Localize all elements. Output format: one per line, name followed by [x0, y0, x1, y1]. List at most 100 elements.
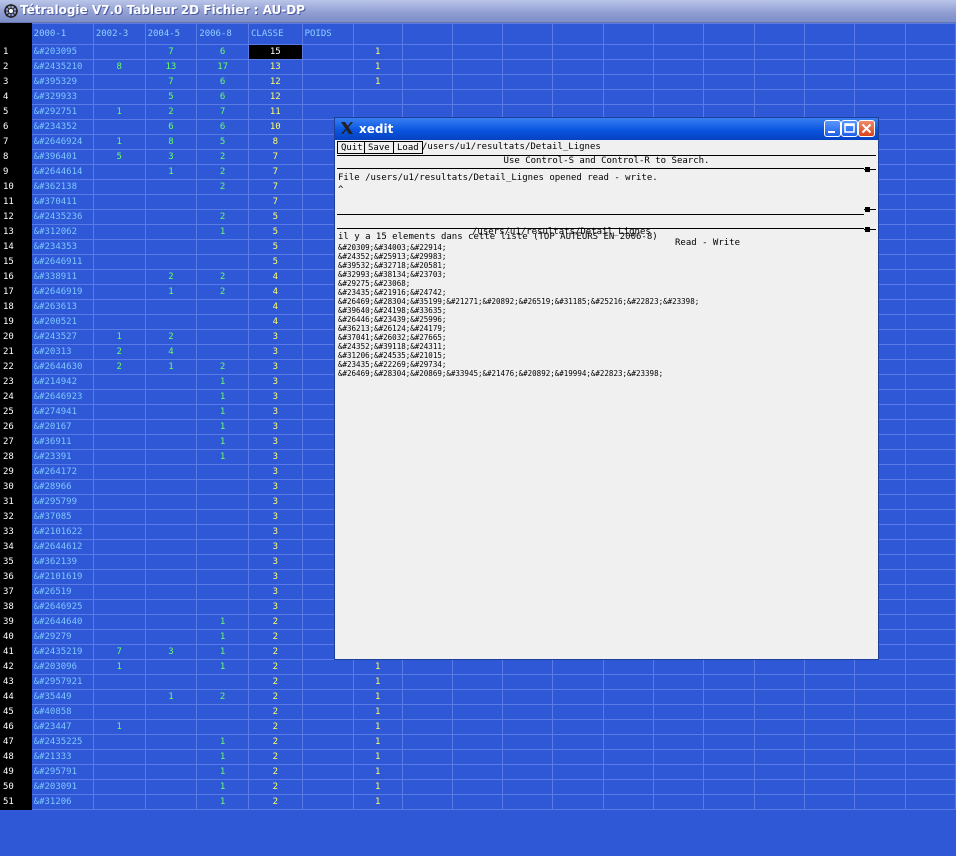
- empty-cell[interactable]: [602, 74, 655, 90]
- value-cell-2006-8[interactable]: 5: [248, 209, 303, 225]
- empty-cell[interactable]: [803, 779, 856, 795]
- empty-cell[interactable]: [653, 659, 705, 675]
- value-cell[interactable]: 3: [144, 149, 198, 165]
- column-header[interactable]: 2002-3: [92, 23, 146, 45]
- empty-cell[interactable]: [451, 659, 504, 675]
- author-id-cell[interactable]: &#200521: [30, 314, 94, 330]
- column-header[interactable]: [602, 23, 655, 45]
- value-cell[interactable]: [196, 479, 249, 495]
- value-cell[interactable]: 5: [196, 134, 249, 150]
- empty-cell[interactable]: [904, 119, 956, 135]
- value-cell-2006-8[interactable]: 3: [248, 479, 303, 495]
- value-cell-2006-8[interactable]: 3: [248, 419, 303, 435]
- author-id-cell[interactable]: &#396401: [30, 149, 94, 165]
- empty-cell[interactable]: [451, 74, 504, 90]
- empty-cell[interactable]: [703, 689, 755, 705]
- author-id-cell[interactable]: &#203091: [30, 779, 94, 795]
- value-cell[interactable]: [144, 554, 198, 570]
- value-cell[interactable]: [92, 314, 146, 330]
- empty-cell[interactable]: [753, 749, 805, 765]
- value-cell[interactable]: 1: [92, 134, 146, 150]
- column-header[interactable]: [552, 23, 604, 45]
- author-id-cell[interactable]: &#203095: [30, 44, 94, 60]
- value-cell[interactable]: [301, 89, 354, 105]
- value-cell[interactable]: [144, 734, 198, 750]
- empty-cell[interactable]: [803, 764, 856, 780]
- value-cell[interactable]: 1: [196, 434, 249, 450]
- empty-cell[interactable]: [451, 59, 504, 75]
- value-cell-2006-8[interactable]: 2: [248, 719, 303, 735]
- value-cell[interactable]: [196, 674, 249, 690]
- poids-cell[interactable]: 1: [352, 59, 403, 75]
- value-cell[interactable]: [196, 239, 249, 255]
- author-id-cell[interactable]: &#370411: [30, 194, 94, 210]
- value-cell[interactable]: [92, 404, 146, 420]
- column-header[interactable]: [401, 23, 453, 45]
- xedit-title-bar[interactable]: xedit: [335, 118, 878, 140]
- empty-cell[interactable]: [451, 794, 504, 810]
- empty-cell[interactable]: [904, 194, 956, 210]
- empty-cell[interactable]: [451, 719, 504, 735]
- value-cell[interactable]: [92, 569, 146, 585]
- column-header[interactable]: 2004-5: [144, 23, 198, 45]
- value-cell[interactable]: [92, 74, 146, 90]
- empty-cell[interactable]: [703, 74, 755, 90]
- value-cell[interactable]: 1: [196, 419, 249, 435]
- value-cell[interactable]: [92, 254, 146, 270]
- value-cell[interactable]: [92, 614, 146, 630]
- value-cell[interactable]: [92, 704, 146, 720]
- author-id-cell[interactable]: &#214942: [30, 374, 94, 390]
- empty-cell[interactable]: [502, 59, 554, 75]
- empty-cell[interactable]: [401, 704, 453, 720]
- value-cell[interactable]: [301, 779, 354, 795]
- column-header[interactable]: [803, 23, 856, 45]
- value-cell[interactable]: 2: [196, 209, 249, 225]
- value-cell[interactable]: [301, 74, 354, 90]
- author-id-cell[interactable]: &#28966: [30, 479, 94, 495]
- column-header[interactable]: [653, 23, 705, 45]
- empty-cell[interactable]: [602, 704, 655, 720]
- empty-cell[interactable]: [653, 89, 705, 105]
- value-cell[interactable]: [144, 779, 198, 795]
- value-cell[interactable]: 1: [196, 764, 249, 780]
- empty-cell[interactable]: [904, 179, 956, 195]
- empty-cell[interactable]: [904, 494, 956, 510]
- minimize-button[interactable]: [824, 120, 841, 137]
- value-cell[interactable]: 2: [144, 104, 198, 120]
- value-cell-2006-8[interactable]: 7: [248, 194, 303, 210]
- value-cell[interactable]: [144, 449, 198, 465]
- value-cell[interactable]: [144, 599, 198, 615]
- value-cell[interactable]: [196, 599, 249, 615]
- empty-cell[interactable]: [502, 74, 554, 90]
- value-cell-2006-8[interactable]: 4: [248, 299, 303, 315]
- empty-cell[interactable]: [803, 704, 856, 720]
- value-cell-2006-8[interactable]: 7: [248, 164, 303, 180]
- column-header[interactable]: [451, 23, 504, 45]
- value-cell[interactable]: [301, 674, 354, 690]
- value-cell[interactable]: 2: [196, 689, 249, 705]
- poids-cell[interactable]: 1: [352, 749, 403, 765]
- empty-cell[interactable]: [552, 764, 604, 780]
- author-id-cell[interactable]: &#2435210: [30, 59, 94, 75]
- empty-cell[interactable]: [854, 674, 906, 690]
- value-cell[interactable]: [92, 284, 146, 300]
- value-cell[interactable]: [144, 404, 198, 420]
- empty-cell[interactable]: [703, 674, 755, 690]
- empty-cell[interactable]: [904, 89, 956, 105]
- empty-cell[interactable]: [904, 284, 956, 300]
- empty-cell[interactable]: [401, 764, 453, 780]
- value-cell[interactable]: [144, 674, 198, 690]
- empty-cell[interactable]: [904, 719, 956, 735]
- value-cell[interactable]: [92, 494, 146, 510]
- empty-cell[interactable]: [653, 689, 705, 705]
- empty-cell[interactable]: [904, 779, 956, 795]
- column-header[interactable]: [854, 23, 906, 45]
- empty-cell[interactable]: [602, 689, 655, 705]
- value-cell[interactable]: [301, 719, 354, 735]
- value-cell[interactable]: 7: [144, 44, 198, 60]
- empty-cell[interactable]: [904, 59, 956, 75]
- value-cell[interactable]: [144, 464, 198, 480]
- value-cell-2006-8[interactable]: 3: [248, 359, 303, 375]
- load-button[interactable]: Load: [393, 141, 423, 154]
- empty-cell[interactable]: [703, 44, 755, 60]
